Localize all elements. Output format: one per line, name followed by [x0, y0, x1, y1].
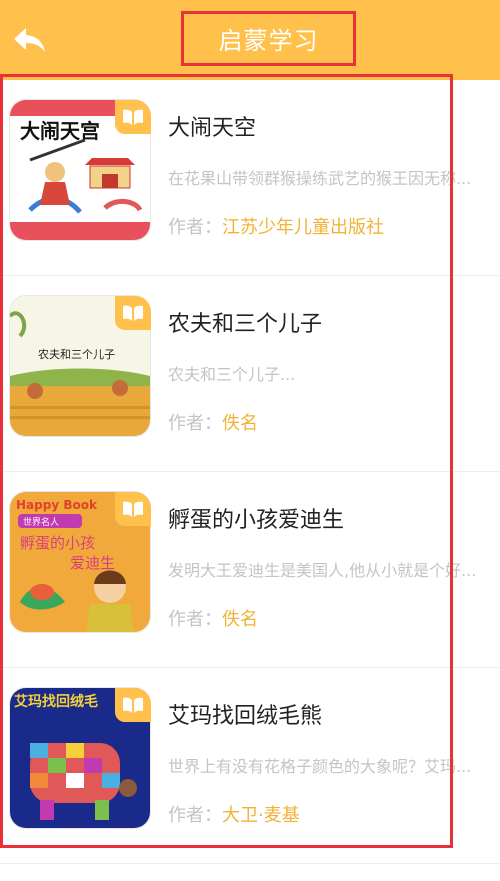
title-highlight-box: 启蒙学习 [181, 11, 356, 66]
author-label: 作者： [168, 413, 222, 434]
book-description: 发明大王爱迪生是美国人,他从小就是个好... [168, 561, 477, 580]
book-badge-2 [115, 296, 151, 330]
book-title: 农夫和三个儿子 [168, 312, 323, 337]
cover-sub-3: 世界名人 [23, 516, 59, 528]
book-badge-3 [115, 492, 151, 526]
book-title: 艾玛找回绒毛熊 [168, 704, 323, 729]
book-badge-4 [115, 688, 151, 722]
author-row: 作者：佚名 [168, 409, 258, 435]
author-name: 佚名 [222, 413, 258, 434]
app-header: 启蒙学习 [0, 0, 500, 80]
book-description: 农夫和三个儿子... [168, 365, 296, 384]
author-name: 佚名 [222, 609, 258, 630]
book-description: 世界上有没有花格子颜色的大象呢？艾玛... [168, 757, 472, 776]
author-label: 作者： [168, 609, 222, 630]
author-row: 作者：大卫·麦基 [168, 801, 300, 827]
cover-line2-3: 爱迪生 [70, 554, 115, 572]
open-book-icon [123, 697, 143, 713]
author-label: 作者： [168, 217, 222, 238]
cover-line1-3: 孵蛋的小孩 [20, 534, 95, 552]
list-item-book-3[interactable]: Happy Book 世界名人 孵蛋的小孩 爱迪生 孵蛋的小孩爱迪生 发明大王爱… [0, 472, 500, 668]
book-list: 大闹天宫 大闹天空 在花果山带领群猴操练武艺的猴王因无称... 作者：江苏少年儿… [0, 80, 500, 864]
page-title: 启蒙学习 [218, 27, 319, 55]
open-book-icon [123, 109, 143, 125]
author-name: 江苏少年儿童出版社 [222, 217, 384, 238]
list-item-book-4[interactable]: 艾玛找回绒毛 艾玛找回绒毛熊 世界上有没有花格子颜色的大象呢？艾玛... 作者：… [0, 668, 500, 864]
open-book-icon [123, 305, 143, 321]
cover-title-2: 农夫和三个儿子 [38, 347, 115, 361]
author-name: 大卫·麦基 [222, 805, 300, 826]
back-button[interactable] [12, 26, 52, 62]
author-label: 作者： [168, 805, 222, 826]
book-description: 在花果山带领群猴操练武艺的猴王因无称... [168, 169, 472, 188]
book-title: 孵蛋的小孩爱迪生 [168, 508, 345, 533]
book-title: 大闹天空 [168, 116, 257, 141]
cover-title-4: 艾玛找回绒毛 [14, 693, 98, 710]
list-item-book-2[interactable]: 农夫和三个儿子 农夫和三个儿子 农夫和三个儿子... 作者：佚名 [0, 276, 500, 472]
open-book-icon [123, 501, 143, 517]
book-badge-1 [115, 100, 151, 134]
author-row: 作者：江苏少年儿童出版社 [168, 213, 384, 239]
back-arrow-icon [14, 28, 45, 52]
cover-title-1: 大闹天宫 [20, 119, 100, 143]
list-item-book-1[interactable]: 大闹天宫 大闹天空 在花果山带领群猴操练武艺的猴王因无称... 作者：江苏少年儿… [0, 80, 500, 276]
author-row: 作者：佚名 [168, 605, 258, 631]
cover-top-3: Happy Book [16, 498, 98, 512]
